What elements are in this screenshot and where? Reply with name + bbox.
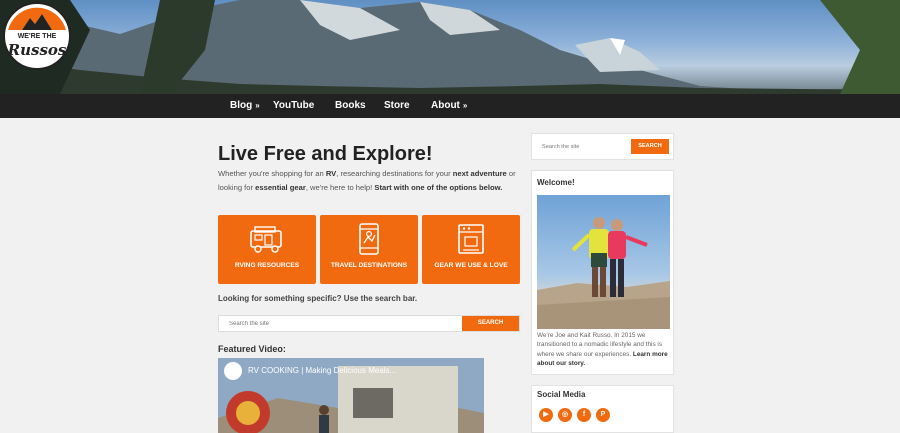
tile-label: GEAR WE USE & LOVE xyxy=(434,262,508,269)
featured-video-player[interactable]: RV COOKING | Making Delicious Meals... xyxy=(218,358,484,433)
nav-item-books[interactable]: Books xyxy=(335,94,366,118)
welcome-title: Welcome! xyxy=(537,178,575,187)
travel-destinations-tile[interactable]: TRAVEL DESTINATIONS xyxy=(320,215,418,284)
rv-icon xyxy=(250,226,282,253)
intro-text: Whether you're shopping for an RV, resea… xyxy=(218,169,516,192)
video-title[interactable]: RV COOKING | Making Delicious Meals... xyxy=(248,366,396,375)
welcome-widget: Welcome! We're Joe and Kait Russo. In 20… xyxy=(531,170,674,375)
social-media-widget: Social Media ▶ ◎ f P xyxy=(531,385,674,433)
sidebar-search-input[interactable] xyxy=(536,139,631,154)
instagram-icon[interactable]: ◎ xyxy=(558,408,572,422)
tile-label: RVING RESOURCES xyxy=(234,262,300,269)
featured-video-heading: Featured Video: xyxy=(218,344,286,354)
svg-text:WE'RE THE: WE'RE THE xyxy=(18,33,57,40)
submenu-indicator-icon: » xyxy=(255,101,260,110)
submenu-indicator-icon: » xyxy=(462,101,468,110)
youtube-icon[interactable]: ▶ xyxy=(539,408,553,422)
nav-item-about[interactable]: About» xyxy=(431,94,467,118)
main-search-form: SEARCH xyxy=(218,315,520,332)
nav-item-store[interactable]: Store xyxy=(384,94,410,118)
search-prompt: Looking for something specific? Use the … xyxy=(218,294,418,303)
site-logo[interactable]: WE'RE THE Russos xyxy=(0,0,74,70)
sidebar-search-button[interactable]: SEARCH xyxy=(631,139,669,154)
phone-map-icon xyxy=(359,223,379,255)
patreon-icon[interactable]: P xyxy=(596,408,610,422)
svg-text:Russos: Russos xyxy=(7,41,67,59)
facebook-icon[interactable]: f xyxy=(577,408,591,422)
sidebar-search-form: SEARCH xyxy=(531,133,674,160)
header-banner: WE'RE THE Russos xyxy=(0,0,900,94)
main-search-input[interactable] xyxy=(219,316,463,331)
channel-avatar[interactable] xyxy=(224,362,242,380)
welcome-text: We're Joe and Kait Russo. In 2015 we tra… xyxy=(537,332,668,368)
couple-photo xyxy=(537,217,670,329)
gear-tile[interactable]: GEAR WE USE & LOVE xyxy=(422,215,520,284)
nav-item-youtube[interactable]: YouTube xyxy=(273,94,314,118)
mountain-scenery xyxy=(0,0,900,94)
main-nav: Blog» YouTube Books Store About» xyxy=(0,94,900,118)
page-headline: Live Free and Explore! xyxy=(218,143,433,165)
social-media-title: Social Media xyxy=(537,390,586,399)
nav-item-blog[interactable]: Blog» xyxy=(230,94,260,118)
coffee-maker-icon xyxy=(458,224,484,254)
welcome-photo xyxy=(537,195,670,329)
rving-resources-tile[interactable]: RVING RESOURCES xyxy=(218,215,316,284)
main-search-button[interactable]: SEARCH xyxy=(462,316,519,331)
tile-label: TRAVEL DESTINATIONS xyxy=(330,262,408,269)
